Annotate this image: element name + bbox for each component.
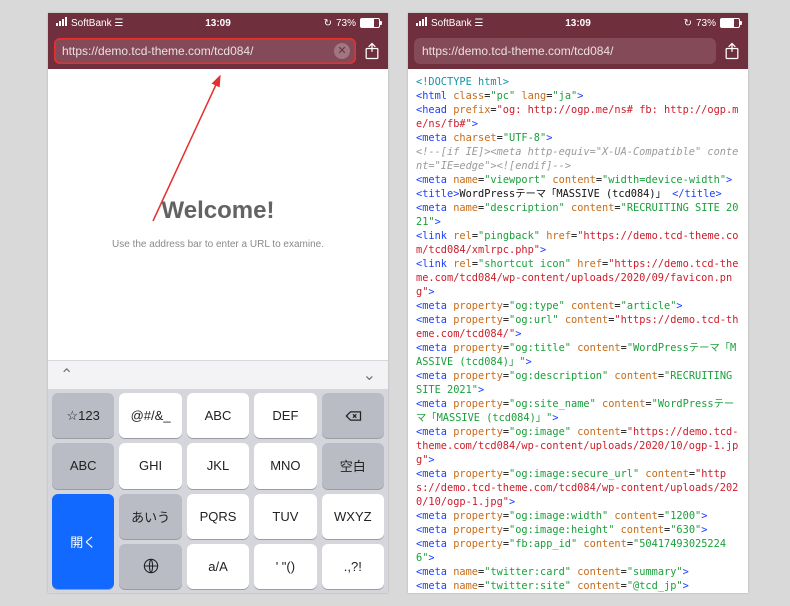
key-123[interactable]: ☆123 bbox=[52, 393, 114, 438]
battery-icon bbox=[720, 18, 740, 28]
key-pqrs[interactable]: PQRS bbox=[187, 494, 249, 539]
key-abc-mode[interactable]: ABC bbox=[52, 443, 114, 488]
source-code-view[interactable]: <!DOCTYPE html> <html class="pc" lang="j… bbox=[408, 69, 748, 593]
key-kana[interactable]: あいう bbox=[119, 494, 181, 539]
phone-left: SoftBank ☰ 13:09 ↻ 73% https://demo.tcd-… bbox=[48, 13, 388, 593]
key-globe[interactable] bbox=[119, 544, 181, 589]
clock: 13:09 bbox=[408, 18, 748, 29]
welcome-hint: Use the address bar to enter a URL to ex… bbox=[48, 239, 388, 250]
key-punct[interactable]: .,?! bbox=[322, 544, 384, 589]
share-button[interactable] bbox=[362, 40, 382, 62]
welcome-title: Welcome! bbox=[48, 69, 388, 225]
status-bar: SoftBank ☰ 13:09 ↻ 73% bbox=[48, 13, 388, 33]
address-bar[interactable]: https://demo.tcd-theme.com/tcd084/ bbox=[414, 38, 716, 64]
url-text: https://demo.tcd-theme.com/tcd084/ bbox=[422, 44, 613, 58]
url-text: https://demo.tcd-theme.com/tcd084/ bbox=[62, 44, 253, 58]
browser-navbar: https://demo.tcd-theme.com/tcd084/ ✕ bbox=[48, 33, 388, 69]
battery-icon bbox=[360, 18, 380, 28]
browser-navbar: https://demo.tcd-theme.com/tcd084/ bbox=[408, 33, 748, 69]
key-wxyz[interactable]: WXYZ bbox=[322, 494, 384, 539]
key-go[interactable]: 開く bbox=[52, 494, 114, 590]
clear-url-icon[interactable]: ✕ bbox=[334, 43, 350, 59]
key-mno[interactable]: MNO bbox=[254, 443, 316, 488]
key-space[interactable]: 空白 bbox=[322, 443, 384, 488]
key-tuv[interactable]: TUV bbox=[254, 494, 316, 539]
key-symbols[interactable]: @#/&_ bbox=[119, 393, 181, 438]
kb-up-icon[interactable]: ⌃ bbox=[60, 365, 73, 385]
address-bar[interactable]: https://demo.tcd-theme.com/tcd084/ ✕ bbox=[54, 38, 356, 64]
share-button[interactable] bbox=[722, 40, 742, 62]
keyboard-accessory-bar: ⌃ ⌄ bbox=[48, 360, 388, 389]
kb-down-icon[interactable]: ⌄ bbox=[363, 365, 376, 385]
key-quotes[interactable]: ' "() bbox=[254, 544, 316, 589]
keyboard: ☆123 @#/&_ ABC DEF ABC GHI JKL MNO 空白 あい… bbox=[48, 389, 388, 593]
key-jkl[interactable]: JKL bbox=[187, 443, 249, 488]
status-bar: SoftBank ☰ 13:09 ↻ 73% bbox=[408, 13, 748, 33]
key-abc1[interactable]: ABC bbox=[187, 393, 249, 438]
clock: 13:09 bbox=[48, 18, 388, 29]
phone-right: SoftBank ☰ 13:09 ↻ 73% https://demo.tcd-… bbox=[408, 13, 748, 593]
key-ghi[interactable]: GHI bbox=[119, 443, 181, 488]
key-case[interactable]: a/A bbox=[187, 544, 249, 589]
key-backspace[interactable] bbox=[322, 393, 384, 438]
key-def[interactable]: DEF bbox=[254, 393, 316, 438]
